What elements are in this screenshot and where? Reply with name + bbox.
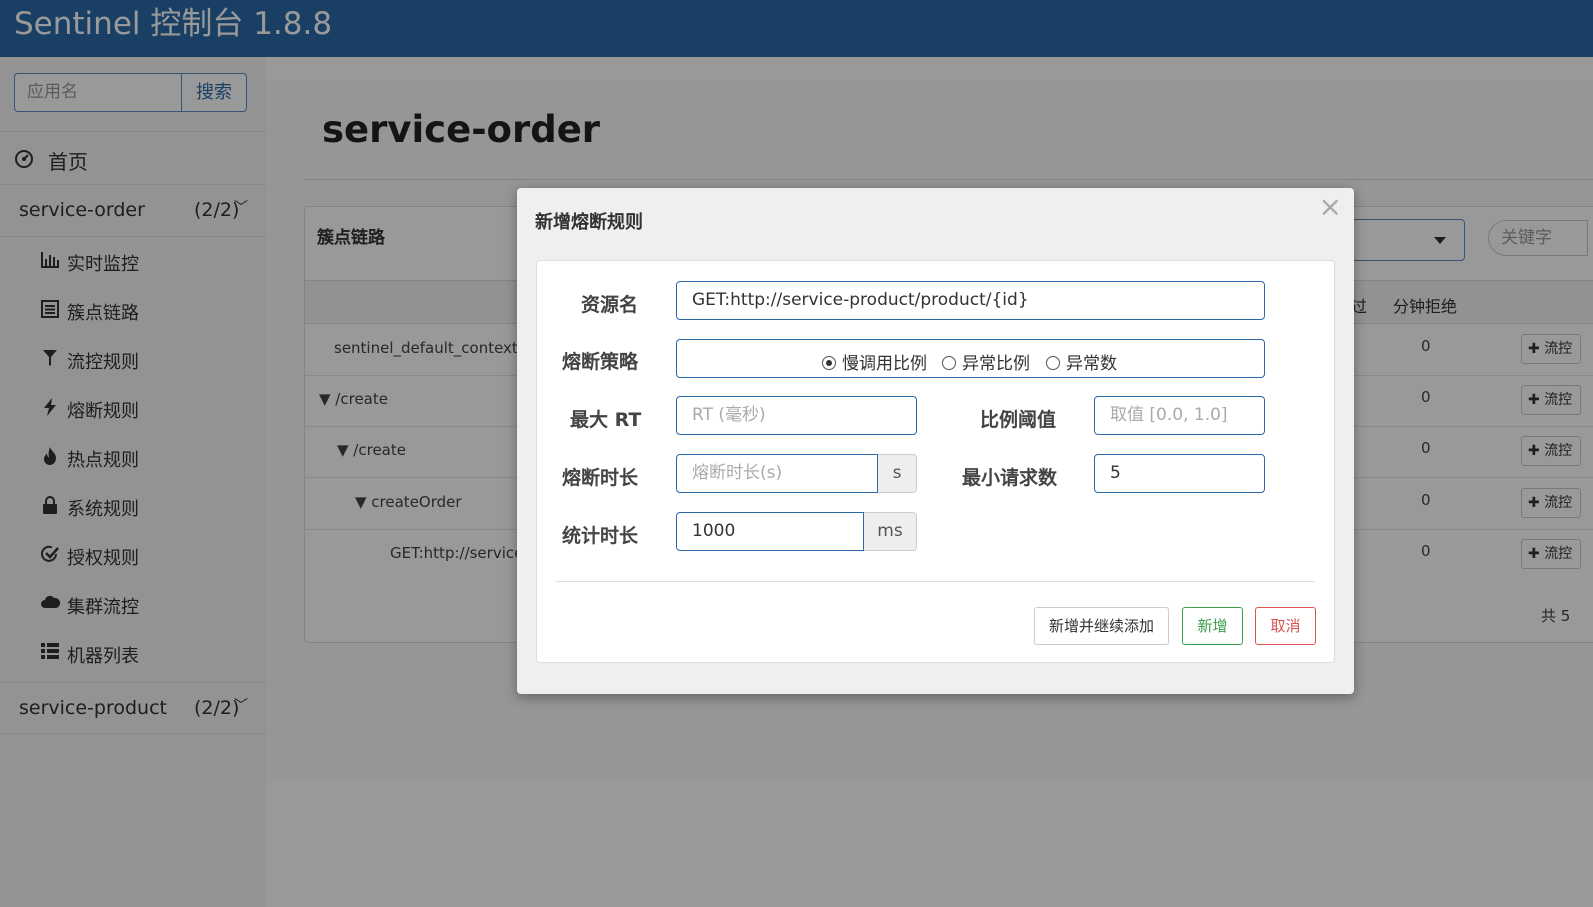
add-button[interactable]: 新增 [1182,607,1243,645]
max-rt-label: 最大 RT [570,409,642,431]
ratio-threshold-input[interactable]: 取值 [0.0, 1.0] [1094,396,1265,435]
strategy-label: 熔断策略 [562,351,639,373]
max-rt-input[interactable]: RT (毫秒) [676,396,917,435]
stat-interval-input[interactable]: 1000 [676,512,864,551]
stat-interval-label: 统计时长 [562,525,639,547]
radio-error-count[interactable]: 异常数 [1046,349,1117,374]
resource-label: 资源名 [581,294,639,316]
dialog-title: 新增熔断规则 [535,212,643,233]
strategy-radio-group: 慢调用比例 异常比例 异常数 [676,339,1265,378]
radio-error-ratio[interactable]: 异常比例 [942,349,1030,374]
divider [556,581,1315,582]
close-icon[interactable]: × [1319,193,1342,221]
add-and-continue-button[interactable]: 新增并继续添加 [1034,607,1169,645]
radio-unchecked-icon [1046,356,1060,370]
break-duration-label: 熔断时长 [562,467,639,489]
radio-slow-ratio[interactable]: 慢调用比例 [822,349,927,374]
ratio-threshold-label: 比例阈值 [980,409,1057,431]
stat-interval-unit: ms [864,512,917,551]
min-request-label: 最小请求数 [962,467,1058,489]
cancel-button[interactable]: 取消 [1255,607,1316,645]
break-duration-input[interactable]: 熔断时长(s) [676,454,878,493]
radio-checked-icon [822,356,836,370]
dialog-form: 资源名 GET:http://service-product/product/{… [536,260,1335,663]
duration-unit: s [878,454,917,493]
add-degrade-rule-dialog: 新增熔断规则 × 资源名 GET:http://service-product/… [517,188,1354,694]
radio-unchecked-icon [942,356,956,370]
min-request-input[interactable]: 5 [1094,454,1265,493]
resource-name-input[interactable]: GET:http://service-product/product/{id} [676,281,1265,320]
